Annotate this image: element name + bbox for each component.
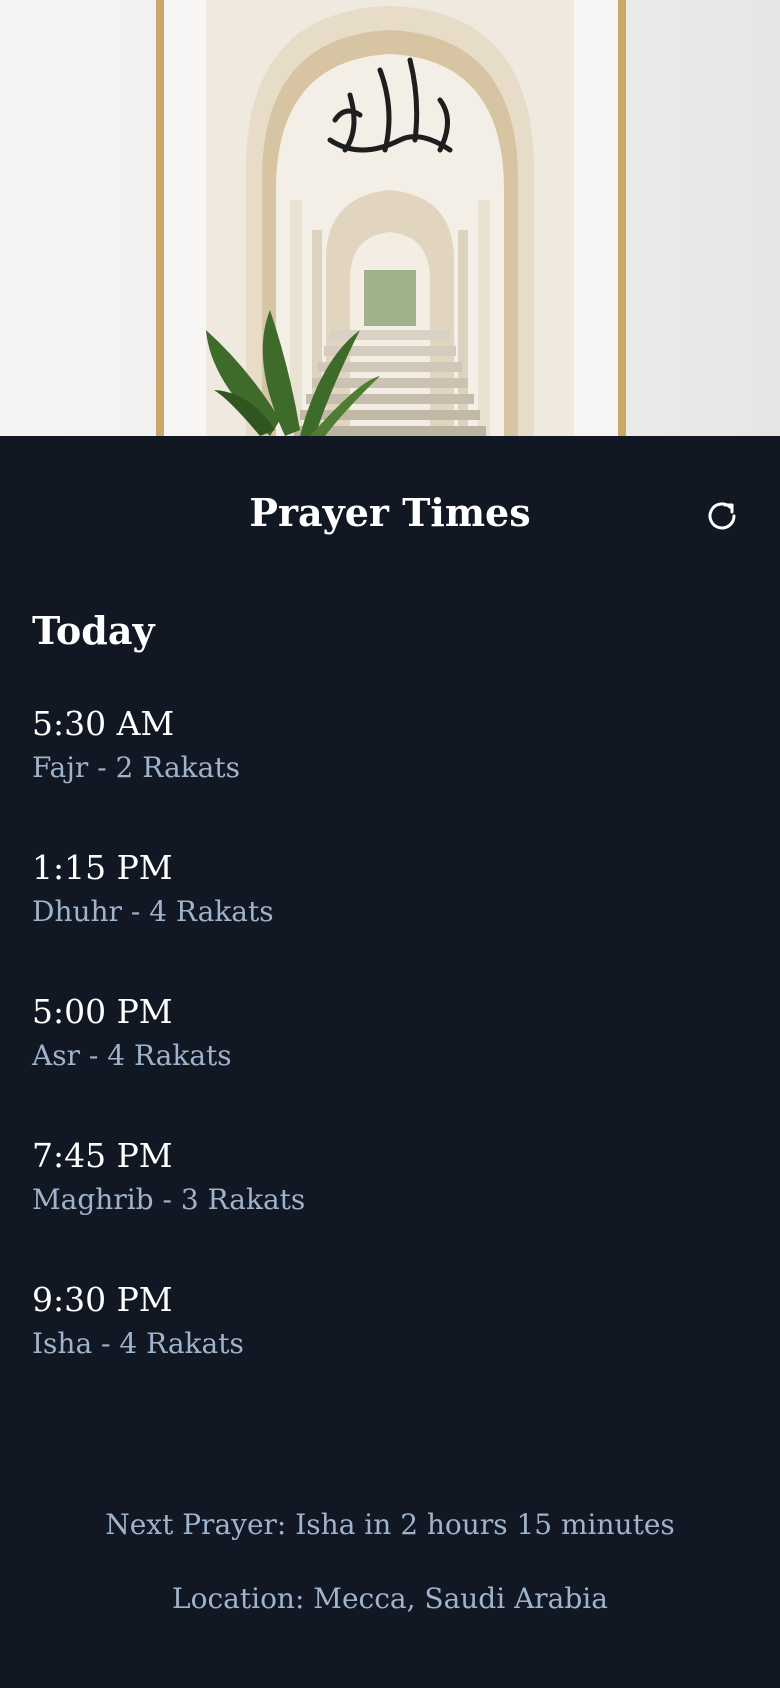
prayer-time: 7:45 PM — [32, 1136, 173, 1175]
prayer-name: Isha - 4 Rakats — [32, 1327, 244, 1360]
page-title: Prayer Times — [249, 490, 531, 535]
prayer-time: 1:15 PM — [32, 848, 173, 887]
prayer-item-isha: 9:30 PM Isha - 4 Rakats — [32, 1276, 305, 1420]
prayer-time: 5:30 AM — [32, 704, 175, 743]
hero-image — [0, 0, 780, 436]
prayer-time: 5:00 PM — [32, 992, 173, 1031]
mosque-artwork-illustration — [156, 0, 626, 436]
prayer-name: Dhuhr - 4 Rakats — [32, 895, 274, 928]
location-text: Location: Mecca, Saudi Arabia — [172, 1582, 608, 1615]
prayer-name: Maghrib - 3 Rakats — [32, 1183, 306, 1216]
prayer-name: Fajr - 2 Rakats — [32, 751, 240, 784]
prayer-item-fajr: 5:30 AM Fajr - 2 Rakats — [32, 700, 305, 844]
prayer-name: Asr - 4 Rakats — [32, 1039, 232, 1072]
prayer-time: 9:30 PM — [32, 1280, 173, 1319]
prayer-item-maghrib: 7:45 PM Maghrib - 3 Rakats — [32, 1132, 305, 1276]
next-prayer-text: Next Prayer: Isha in 2 hours 15 minutes — [105, 1508, 675, 1541]
prayer-list: 5:30 AM Fajr - 2 Rakats 1:15 PM Dhuhr - … — [32, 700, 305, 1420]
section-title-today: Today — [32, 608, 155, 653]
refresh-button[interactable] — [700, 494, 744, 538]
prayer-item-dhuhr: 1:15 PM Dhuhr - 4 Rakats — [32, 844, 305, 988]
prayer-item-asr: 5:00 PM Asr - 4 Rakats — [32, 988, 305, 1132]
refresh-icon — [708, 502, 736, 530]
